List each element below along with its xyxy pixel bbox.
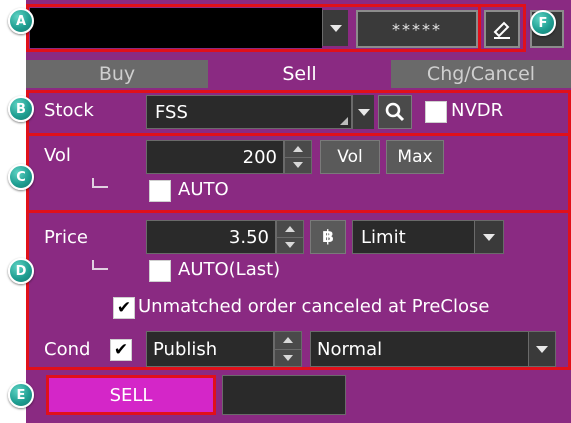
- callout-b: B: [8, 96, 34, 122]
- publish-input[interactable]: Publish: [146, 331, 274, 367]
- price-input[interactable]: 3.50: [146, 220, 276, 254]
- tab-sell-label: Sell: [282, 63, 317, 85]
- stepper-up-button[interactable]: [277, 221, 303, 238]
- chevron-down-icon: [285, 242, 295, 249]
- publish-stepper[interactable]: [274, 331, 302, 367]
- chevron-down-icon: [293, 162, 303, 169]
- confirm-input-box[interactable]: [222, 375, 346, 415]
- chevron-up-icon: [285, 225, 295, 232]
- max-button[interactable]: Max: [386, 140, 444, 174]
- vol-button[interactable]: Vol: [320, 140, 380, 174]
- chevron-down-icon: [329, 24, 342, 32]
- callout-c: C: [8, 164, 34, 190]
- volume-label: Vol: [44, 145, 71, 166]
- edit-button[interactable]: [484, 10, 520, 48]
- stock-value: FSS: [155, 101, 188, 123]
- tab-buy-label: Buy: [98, 63, 136, 85]
- callout-f: F: [530, 10, 556, 36]
- tab-buy[interactable]: Buy: [26, 60, 208, 88]
- tab-change-cancel[interactable]: Chg/Cancel: [391, 60, 571, 88]
- order-type-value: Limit: [361, 226, 406, 248]
- stepper-down-button[interactable]: [275, 350, 301, 367]
- password-mask: *****: [392, 19, 442, 39]
- stock-search-button[interactable]: [378, 95, 412, 129]
- validity-select[interactable]: Normal: [310, 331, 556, 367]
- stepper-down-button[interactable]: [285, 158, 311, 174]
- validity-dropdown-button[interactable]: [528, 332, 555, 366]
- volume-auto-label: AUTO: [178, 179, 229, 200]
- validity-value: Normal: [317, 338, 383, 360]
- stock-label: Stock: [44, 100, 94, 121]
- chevron-down-icon: [483, 233, 495, 241]
- max-button-label: Max: [397, 147, 433, 167]
- stepper-up-button[interactable]: [285, 141, 311, 158]
- chevron-down-icon: [536, 345, 548, 353]
- price-auto-last-checkbox[interactable]: [149, 260, 171, 282]
- sell-button[interactable]: SELL: [46, 375, 216, 415]
- eraser-icon: [493, 21, 510, 39]
- stepper-down-button[interactable]: [277, 238, 303, 254]
- account-field[interactable]: [30, 8, 322, 48]
- chevron-up-icon: [283, 337, 293, 344]
- checkmark-icon: ✔: [113, 339, 129, 360]
- nvdr-label: NVDR: [451, 100, 504, 121]
- callout-d: D: [8, 258, 34, 284]
- stock-input[interactable]: FSS: [146, 95, 352, 129]
- stock-dropdown-button[interactable]: [352, 95, 374, 129]
- price-auto-last-label: AUTO(Last): [178, 259, 281, 280]
- condition-checkbox[interactable]: ✔: [110, 339, 132, 361]
- publish-value: Publish: [153, 338, 218, 360]
- chevron-down-icon: [357, 108, 370, 116]
- volume-auto-checkbox[interactable]: [149, 180, 171, 202]
- sell-button-label: SELL: [109, 384, 153, 406]
- volume-value: 200: [242, 146, 277, 168]
- callout-a: A: [8, 8, 34, 34]
- checkmark-icon: ✔: [116, 297, 132, 318]
- preclose-cancel-checkbox[interactable]: ✔: [113, 297, 135, 319]
- nvdr-checkbox[interactable]: [425, 101, 447, 123]
- baht-button[interactable]: ฿: [310, 220, 346, 254]
- preclose-cancel-label: Unmatched order canceled at PreClose: [138, 296, 490, 317]
- pin-password-field[interactable]: *****: [356, 10, 478, 48]
- price-label: Price: [44, 227, 88, 248]
- resize-grip-icon: [340, 117, 348, 125]
- chevron-up-icon: [293, 145, 303, 152]
- tree-connector-icon: [92, 260, 108, 270]
- search-icon: [385, 102, 405, 122]
- price-stepper[interactable]: [276, 220, 304, 254]
- tree-connector-icon: [92, 178, 108, 188]
- order-type-dropdown-button[interactable]: [474, 221, 503, 253]
- account-dropdown-button[interactable]: [322, 10, 348, 46]
- condition-label: Cond: [44, 339, 91, 360]
- stepper-up-button[interactable]: [275, 332, 301, 350]
- volume-input[interactable]: 200: [146, 140, 284, 174]
- price-value: 3.50: [228, 226, 269, 248]
- chevron-down-icon: [283, 354, 293, 361]
- vol-button-label: Vol: [337, 147, 363, 167]
- tab-sell[interactable]: Sell: [208, 60, 391, 88]
- volume-stepper[interactable]: [284, 140, 312, 174]
- callout-e: E: [8, 382, 34, 408]
- baht-icon: ฿: [322, 227, 334, 247]
- tab-change-cancel-label: Chg/Cancel: [426, 63, 536, 85]
